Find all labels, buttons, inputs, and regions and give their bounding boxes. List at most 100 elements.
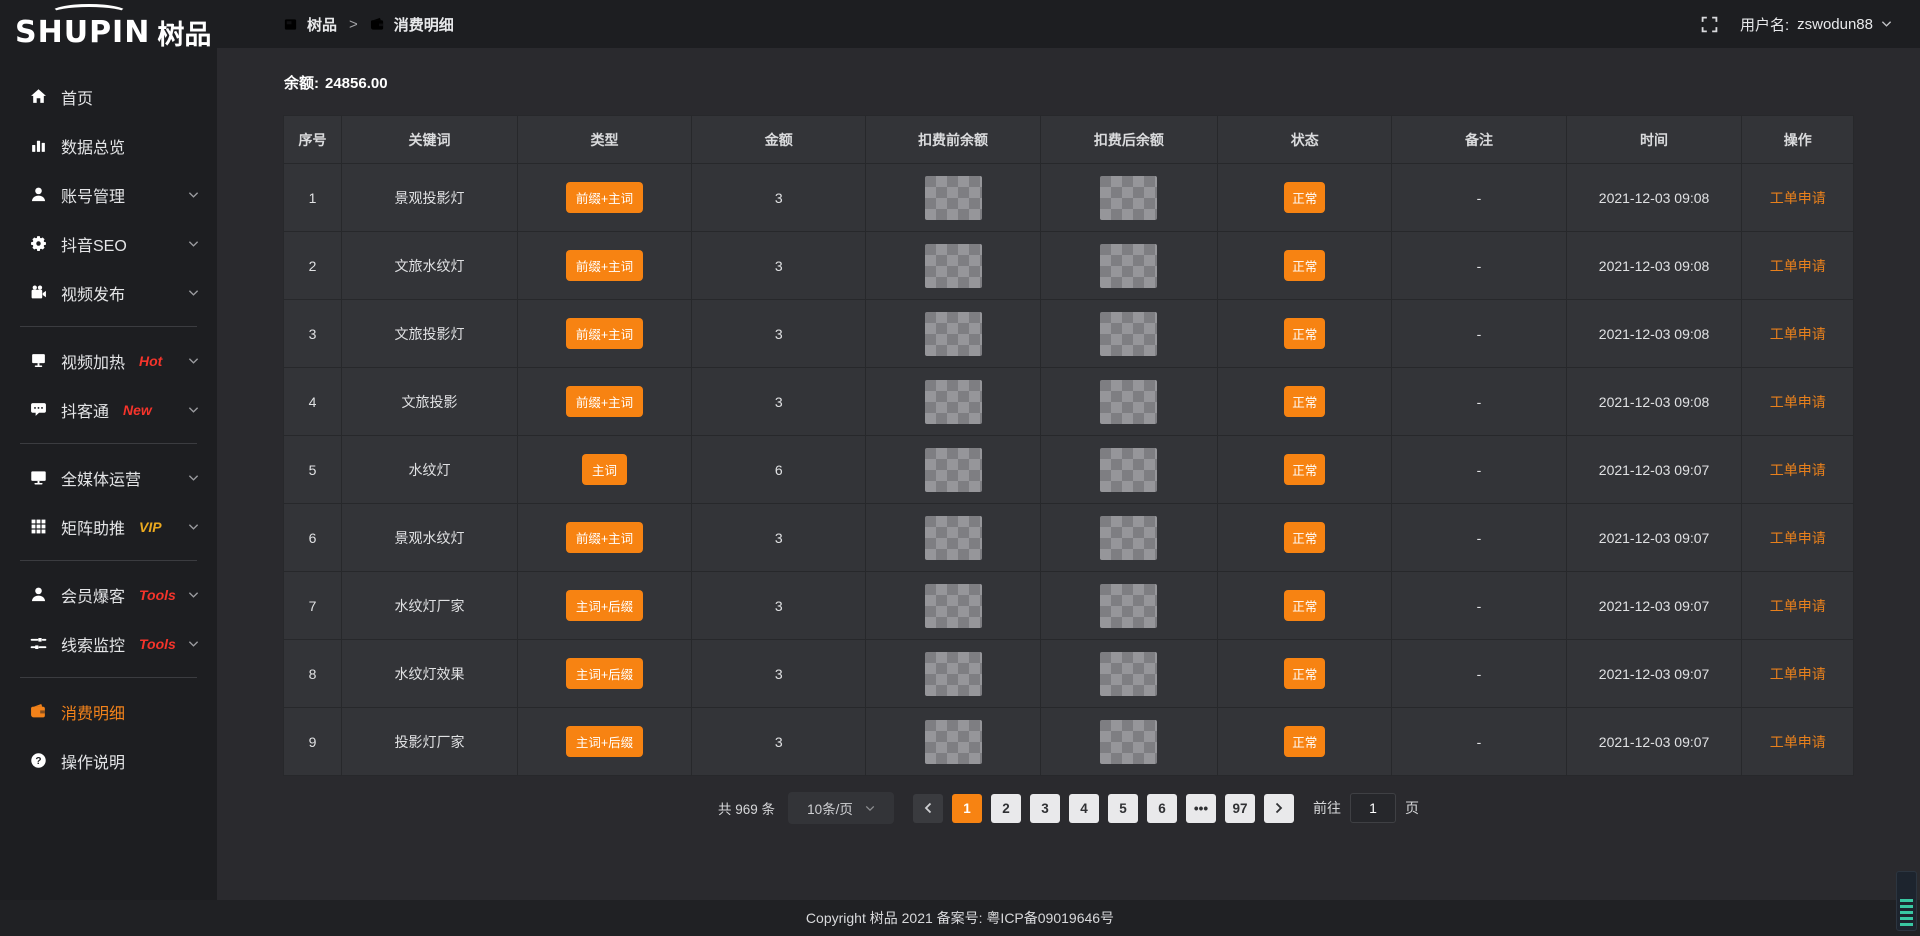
blurred-balance [1100, 176, 1157, 220]
status-badge: 正常 [1284, 522, 1325, 553]
page-button-2[interactable]: 2 [991, 794, 1021, 823]
sidebar-item-home[interactable]: 首页 [0, 72, 217, 121]
fullscreen-icon[interactable] [1701, 16, 1718, 33]
sidebar-item-douyin-seo[interactable]: 抖音SEO [0, 219, 217, 268]
sidebar-item-operation-guide[interactable]: ?操作说明 [0, 736, 217, 785]
work-order-link[interactable]: 工单申请 [1770, 190, 1826, 206]
wallet-icon [370, 17, 385, 32]
keyword-cell: 水纹灯厂家 [342, 572, 518, 640]
page-button-3[interactable]: 3 [1030, 794, 1060, 823]
work-order-link[interactable]: 工单申请 [1770, 530, 1826, 546]
type-cell: 前缀+主词 [517, 300, 691, 368]
sidebar-item-member-baoke[interactable]: 会员爆客Tools [0, 570, 217, 619]
chevron-down-icon [1881, 20, 1892, 28]
table-row: 5水纹灯主词6正常-2021-12-03 09:07工单申请 [284, 436, 1854, 504]
page-size-value: 10条/页 [807, 798, 853, 818]
page-size-select[interactable]: 10条/页 [788, 792, 894, 824]
type-cell: 主词+后缀 [517, 640, 691, 708]
work-order-link[interactable]: 工单申请 [1770, 598, 1826, 614]
user-dropdown[interactable]: 用户名: zswodun88 [1740, 14, 1892, 35]
logo-arc-decoration [50, 4, 128, 22]
page-button-6[interactable]: 6 [1147, 794, 1177, 823]
next-page-button[interactable] [1264, 794, 1294, 823]
keyword-cell: 文旅水纹灯 [342, 232, 518, 300]
column-header: 状态 [1218, 116, 1392, 164]
type-cell: 前缀+主词 [517, 368, 691, 436]
user-icon [30, 586, 47, 603]
column-header: 序号 [284, 116, 342, 164]
monitor-icon [30, 469, 47, 486]
breadcrumb: 树品 > 消费明细 [283, 14, 454, 35]
previous-page-button[interactable] [913, 794, 943, 823]
column-header: 操作 [1742, 116, 1854, 164]
pre-balance-cell [866, 300, 1040, 368]
chevron-down-icon [188, 640, 199, 648]
blurred-balance [1100, 380, 1157, 424]
action-cell: 工单申请 [1742, 708, 1854, 776]
home-icon [30, 88, 47, 105]
sidebar-item-account-management[interactable]: 账号管理 [0, 170, 217, 219]
page-button-4[interactable]: 4 [1069, 794, 1099, 823]
side-float-widget[interactable] [1896, 871, 1917, 931]
sliders-icon [30, 635, 47, 652]
sidebar-badge-vip: VIP [139, 519, 162, 535]
breadcrumb-app[interactable]: 树品 [307, 14, 337, 35]
blurred-balance [1100, 516, 1157, 560]
action-cell: 工单申请 [1742, 572, 1854, 640]
sidebar-item-label: 视频加热 [61, 349, 125, 373]
work-order-link[interactable]: 工单申请 [1770, 326, 1826, 342]
page-ellipsis-button[interactable]: ••• [1186, 794, 1216, 823]
blurred-balance [1100, 652, 1157, 696]
copyright-text: Copyright 树品 2021 备案号: 粤ICP备09019646号 [806, 908, 1114, 928]
sidebar-item-matrix-boost[interactable]: 矩阵助推VIP [0, 502, 217, 551]
sidebar-item-label: 会员爆客 [61, 583, 125, 607]
remark-cell: - [1392, 232, 1566, 300]
widget-stripes-decoration [1900, 899, 1913, 926]
sidebar-item-label: 数据总览 [61, 134, 125, 158]
sidebar-item-video-publish[interactable]: 视频发布 [0, 268, 217, 317]
chevron-down-icon [188, 357, 199, 365]
index-cell: 8 [284, 640, 342, 708]
work-order-link[interactable]: 工单申请 [1770, 394, 1826, 410]
blurred-balance [1100, 584, 1157, 628]
sidebar-item-data-overview[interactable]: 数据总览 [0, 121, 217, 170]
type-badge: 前缀+主词 [566, 386, 643, 417]
status-cell: 正常 [1218, 164, 1392, 232]
time-cell: 2021-12-03 09:08 [1566, 164, 1742, 232]
time-cell: 2021-12-03 09:07 [1566, 640, 1742, 708]
page-button-1[interactable]: 1 [952, 794, 982, 823]
app-square-icon [283, 17, 298, 32]
remark-cell: - [1392, 708, 1566, 776]
type-badge: 主词+后缀 [566, 726, 643, 757]
sidebar-item-douketong[interactable]: 抖客通New [0, 385, 217, 434]
sidebar-item-consumption-details[interactable]: 消费明细 [0, 687, 217, 736]
user-icon [30, 186, 47, 203]
sidebar: SHUPIN 树品 首页数据总览账号管理抖音SEO视频发布视频加热Hot抖客通N… [0, 0, 217, 900]
table-row: 1景观投影灯前缀+主词3正常-2021-12-03 09:08工单申请 [284, 164, 1854, 232]
work-order-link[interactable]: 工单申请 [1770, 258, 1826, 274]
work-order-link[interactable]: 工单申请 [1770, 666, 1826, 682]
sidebar-item-omnimedia-operation[interactable]: 全媒体运营 [0, 453, 217, 502]
status-badge: 正常 [1284, 386, 1325, 417]
column-header: 扣费后余额 [1040, 116, 1217, 164]
brand-logo[interactable]: SHUPIN 树品 [0, 0, 217, 64]
goto-page-input[interactable] [1350, 793, 1396, 823]
sidebar-divider [20, 560, 197, 561]
type-cell: 前缀+主词 [517, 164, 691, 232]
work-order-link[interactable]: 工单申请 [1770, 462, 1826, 478]
chevron-down-icon [188, 591, 199, 599]
blurred-balance [925, 380, 982, 424]
work-order-link[interactable]: 工单申请 [1770, 734, 1826, 750]
page-button-97[interactable]: 97 [1225, 794, 1255, 823]
sidebar-badge-tools: Tools [139, 636, 176, 652]
videocam-icon [30, 284, 47, 301]
sidebar-item-lead-monitor[interactable]: 线索监控Tools [0, 619, 217, 668]
table-body: 1景观投影灯前缀+主词3正常-2021-12-03 09:08工单申请2文旅水纹… [284, 164, 1854, 776]
sidebar-item-video-heat[interactable]: 视频加热Hot [0, 336, 217, 385]
page-button-5[interactable]: 5 [1108, 794, 1138, 823]
action-cell: 工单申请 [1742, 164, 1854, 232]
comment-icon [30, 401, 47, 418]
table-row: 6景观水纹灯前缀+主词3正常-2021-12-03 09:07工单申请 [284, 504, 1854, 572]
index-cell: 3 [284, 300, 342, 368]
goto-label: 前往 [1313, 798, 1341, 818]
